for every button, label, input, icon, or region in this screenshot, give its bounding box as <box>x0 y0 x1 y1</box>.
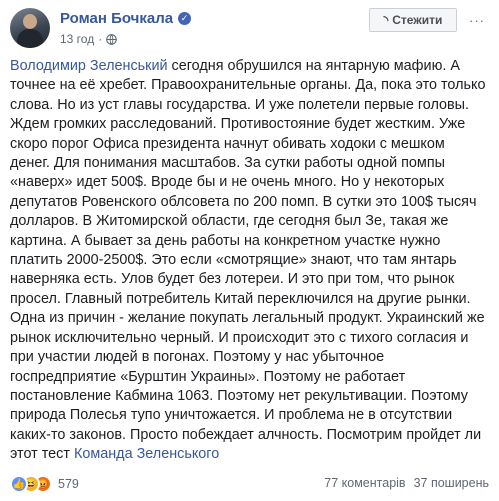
reactions-summary[interactable]: 👍 😆 😡 579 <box>10 475 79 493</box>
mention-link[interactable]: Володимир Зеленський <box>10 58 168 74</box>
post-text-segment: «наверх» идет 500$. Вроде бы и не очень … <box>10 174 445 191</box>
post-text-line: скоро порог Офиса президента начнут обив… <box>10 135 494 154</box>
comments-count[interactable]: 77 коментарів <box>324 476 405 490</box>
post-timestamp[interactable]: 13 год <box>60 32 94 46</box>
post-text-segment: рынок исключительно черный. И происходит… <box>10 329 469 346</box>
post-text-line: при участии людей в погонах. Поэтому у н… <box>10 348 494 367</box>
post-text-segment: Ждем громких расследований. Противостоян… <box>10 116 466 133</box>
post-text-segment: картина. А бывает за день работы на конк… <box>10 232 441 249</box>
post-footer: 👍 😆 😡 579 77 коментарів 37 поширень <box>0 470 499 501</box>
post-text-segment: точнее на её хребет. Правоохранительные … <box>10 77 486 94</box>
avatar-body <box>17 29 43 48</box>
post-text-segment: этот тест <box>10 446 74 463</box>
page-link[interactable]: Команда Зеленського <box>74 446 219 462</box>
post-text-segment: просел. Главный потребитель Китай перекл… <box>10 290 471 307</box>
post-text-line: Ждем громких расследований. Противостоян… <box>10 115 494 134</box>
meta-separator: · <box>98 32 103 46</box>
post-text-segment: каких-то законов. Просто побеждает алчно… <box>10 426 482 443</box>
post-text-line: природа Полесья тупо уничтожается. И про… <box>10 406 494 425</box>
globe-icon[interactable] <box>106 33 118 45</box>
post-text-segment: постановление Кабмина 1063. Поэтому нет … <box>10 387 468 404</box>
post-text-segment: денег. Для понимания масштабов. За сутки… <box>10 155 445 172</box>
post-text-line: картина. А бывает за день работы на конк… <box>10 232 494 251</box>
post-text-segment: сегодня обрушился на янтарную мафию. А <box>167 58 460 74</box>
post-text-line: госпредприятие «Бурштин Украины». Поэтом… <box>10 368 494 387</box>
post-text-line: точнее на её хребет. Правоохранительные … <box>10 76 494 95</box>
post-text-line: слова. Но из уст главы государства. И уж… <box>10 96 494 115</box>
author-avatar[interactable] <box>10 8 50 48</box>
avatar-head <box>23 14 37 29</box>
author-name[interactable]: Роман Бочкала <box>60 10 173 27</box>
post-text-segment: долларов. В Житомирской области, где сег… <box>10 213 449 230</box>
follow-button-label: Стежити <box>392 13 443 27</box>
post-header: Роман Бочкала ✓ 13 год · ◝ Стежити ··· <box>0 0 499 56</box>
post-text-segment: природа Полесья тупо уничтожается. И про… <box>10 407 453 424</box>
post-text-segment: Одна из причин - желание покупать легаль… <box>10 310 485 327</box>
post-text-segment: слова. Но из уст главы государства. И уж… <box>10 96 470 113</box>
post-meta: 13 год · <box>60 31 118 47</box>
post-text-segment: скоро порог Офиса президента начнут обив… <box>10 135 445 152</box>
shares-count[interactable]: 37 поширень <box>414 476 489 490</box>
more-options-button[interactable]: ··· <box>465 8 489 32</box>
post-text-line: наверняка есть. Улов будет без лотереи. … <box>10 270 494 289</box>
rss-icon: ◝ <box>383 13 389 27</box>
post-text-segment: депутатов Ровенского облсовета по 200 по… <box>10 193 477 210</box>
post-text-line: денег. Для понимания масштабов. За сутки… <box>10 154 494 173</box>
like-reaction-icon: 👍 <box>10 475 28 493</box>
post-text-segment: госпредприятие «Бурштин Украины». Поэтом… <box>10 368 406 385</box>
post-text-line: Володимир Зеленський сегодня обрушился н… <box>10 57 494 76</box>
post-text-line: «наверх» идет 500$. Вроде бы и не очень … <box>10 173 494 192</box>
post-text-line: долларов. В Житомирской области, где сег… <box>10 212 494 231</box>
post-text-line: постановление Кабмина 1063. Поэтому нет … <box>10 387 494 406</box>
post-text-line: платить 2000-2500$. Это если «смотрящие»… <box>10 251 494 270</box>
post-text-line: рынок исключительно черный. И происходит… <box>10 329 494 348</box>
post-text-segment: платить 2000-2500$. Это если «смотрящие»… <box>10 252 457 269</box>
reaction-count[interactable]: 579 <box>58 477 79 491</box>
post-stats: 77 коментарів 37 поширень <box>324 476 489 490</box>
post-text-line: этот тест Команда Зеленського <box>10 445 494 464</box>
author-name-row: Роман Бочкала ✓ <box>60 8 192 28</box>
post-text-segment: при участии людей в погонах. Поэтому у н… <box>10 349 385 366</box>
verified-badge-icon: ✓ <box>178 11 192 25</box>
post-text-line: каких-то законов. Просто побеждает алчно… <box>10 426 494 445</box>
post-text-segment: наверняка есть. Улов будет без лотереи. … <box>10 271 455 288</box>
post-text-line: депутатов Ровенского облсовета по 200 по… <box>10 193 494 212</box>
post-text-line: Одна из причин - желание покупать легаль… <box>10 309 494 328</box>
post-body: Володимир Зеленський сегодня обрушился н… <box>10 57 494 465</box>
post-text-line: просел. Главный потребитель Китай перекл… <box>10 290 494 309</box>
follow-button[interactable]: ◝ Стежити <box>369 8 457 32</box>
